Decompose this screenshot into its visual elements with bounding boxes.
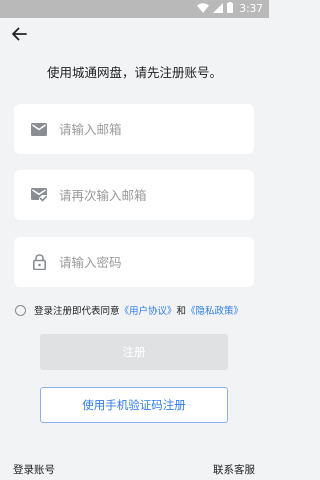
email-confirm-input[interactable]	[59, 187, 229, 203]
register-button-label: 注册	[122, 345, 146, 359]
terms-link[interactable]: 《用户协议》	[120, 303, 177, 317]
sms-register-button[interactable]: 使用手机验证码注册	[40, 387, 228, 423]
email-field-container[interactable]	[14, 104, 254, 154]
password-field-container[interactable]	[14, 237, 254, 287]
sms-register-button-label: 使用手机验证码注册	[82, 398, 186, 412]
wifi-icon	[197, 2, 210, 16]
arrow-left-icon	[11, 26, 27, 45]
back-button[interactable]	[8, 24, 30, 46]
status-bar: 3:37	[0, 0, 269, 18]
agreement-conjunction: 和	[176, 306, 187, 317]
agreement-row: 登录注册即代表同意 《用户协议》 和 《隐私政策》	[15, 303, 269, 317]
privacy-link[interactable]: 《隐私政策》	[186, 303, 243, 317]
status-icons: 3:37	[197, 2, 263, 16]
lock-icon	[31, 254, 47, 270]
agreement-prefix: 登录注册即代表同意	[34, 306, 120, 317]
email-confirm-field-container[interactable]	[14, 170, 254, 220]
email-input[interactable]	[59, 121, 229, 137]
agreement-radio[interactable]	[15, 304, 26, 316]
battery-icon	[227, 2, 234, 16]
page-title: 使用城通网盘，请先注册账号。	[46, 65, 222, 80]
password-input[interactable]	[59, 254, 229, 270]
contact-support-link[interactable]: 联系客服	[213, 462, 255, 477]
register-button[interactable]: 注册	[40, 334, 228, 370]
mail-icon	[31, 121, 47, 137]
mail-check-icon	[31, 187, 47, 203]
status-time: 3:37	[239, 3, 263, 15]
signal-icon	[213, 2, 224, 16]
login-link[interactable]: 登录账号	[13, 462, 55, 477]
